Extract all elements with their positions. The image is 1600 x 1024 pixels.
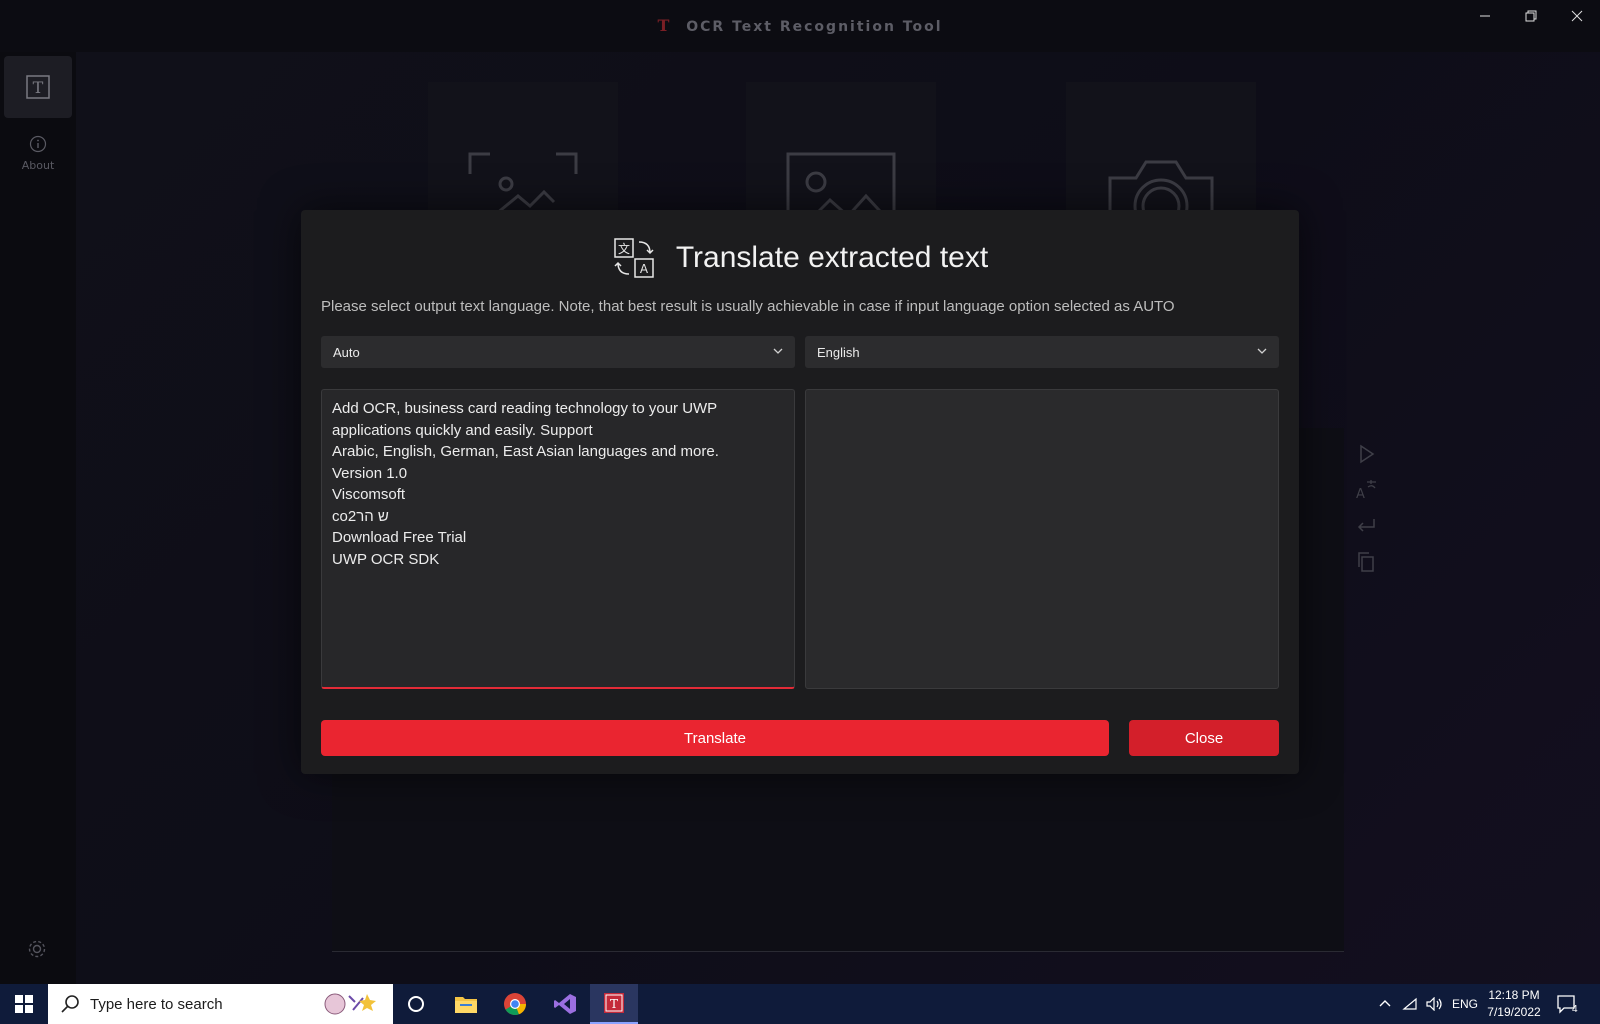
- file-explorer-icon: [454, 994, 478, 1014]
- search-icon: [60, 994, 80, 1014]
- tray-overflow-button[interactable]: [1378, 984, 1392, 1024]
- svg-text:A: A: [1356, 487, 1365, 502]
- taskbar-file-explorer[interactable]: [442, 984, 490, 1024]
- translate-icon[interactable]: A: [1354, 478, 1378, 502]
- info-icon: [29, 135, 47, 153]
- taskbar-chrome[interactable]: [491, 984, 539, 1024]
- notification-center-button[interactable]: 4: [1556, 984, 1578, 1024]
- tray-volume[interactable]: [1426, 984, 1444, 1024]
- sidebar-item-label: About: [22, 159, 55, 172]
- minimize-icon: [1479, 10, 1491, 22]
- search-highlight-icon: [319, 988, 383, 1020]
- tray-language[interactable]: ENG: [1452, 984, 1478, 1024]
- svg-text:T: T: [610, 997, 618, 1011]
- wifi-icon: [1402, 997, 1418, 1011]
- chevron-down-icon: [1255, 344, 1269, 358]
- translated-text-area[interactable]: [805, 389, 1279, 689]
- app-title: OCR Text Recognition Tool: [686, 19, 942, 35]
- settings-button[interactable]: [26, 938, 48, 960]
- chevron-down-icon: [771, 344, 785, 358]
- svg-text:文: 文: [618, 241, 630, 256]
- taskbar-search-box[interactable]: Type here to search: [48, 984, 393, 1024]
- sidebar: T About: [0, 52, 76, 984]
- chevron-up-icon: [1378, 997, 1392, 1011]
- dialog-title: Translate extracted text: [676, 241, 988, 275]
- chrome-icon: [503, 992, 527, 1016]
- close-window-button[interactable]: [1554, 0, 1600, 32]
- restore-icon: [1525, 10, 1537, 22]
- minimize-button[interactable]: [1462, 0, 1508, 32]
- app-title-wrap: T OCR Text Recognition Tool: [0, 16, 1600, 35]
- ocr-tool-icon: T: [602, 991, 626, 1015]
- play-icon[interactable]: [1354, 442, 1378, 466]
- sidebar-item-text-tool[interactable]: T: [4, 56, 72, 118]
- windows-logo-icon: [15, 995, 33, 1013]
- dialog-header: 文 A Translate extracted text: [301, 230, 1299, 286]
- copy-icon[interactable]: [1354, 550, 1378, 574]
- notification-count-badge: 4: [1572, 1004, 1578, 1015]
- taskbar-clock[interactable]: 12:18 PM 7/19/2022: [1484, 987, 1544, 1021]
- clock-time: 12:18 PM: [1484, 987, 1544, 1004]
- text-tool-icon: T: [25, 74, 51, 100]
- translate-icon: 文 A: [612, 236, 656, 280]
- cortana-icon: [407, 995, 425, 1013]
- speaker-icon: [1426, 997, 1444, 1011]
- input-language-value: Auto: [333, 345, 360, 360]
- taskbar: Type here to search T: [0, 984, 1600, 1024]
- output-language-select[interactable]: English: [805, 336, 1279, 368]
- title-bar: T OCR Text Recognition Tool: [0, 0, 1600, 52]
- clock-date: 7/19/2022: [1484, 1004, 1544, 1021]
- taskbar-cortana[interactable]: [392, 984, 440, 1024]
- output-language-value: English: [817, 345, 860, 360]
- tray-network[interactable]: [1402, 984, 1418, 1024]
- app-logo-icon: T: [657, 16, 671, 35]
- visual-studio-icon: [553, 992, 577, 1016]
- translate-dialog: 文 A Translate extracted text Please sele…: [301, 210, 1299, 774]
- search-placeholder: Type here to search: [90, 996, 223, 1013]
- taskbar-visual-studio[interactable]: [541, 984, 589, 1024]
- restore-button[interactable]: [1508, 0, 1554, 32]
- return-icon[interactable]: [1354, 514, 1378, 538]
- close-icon: [1571, 10, 1583, 22]
- sidebar-item-about[interactable]: About: [4, 128, 72, 178]
- taskbar-ocr-tool[interactable]: T: [590, 984, 638, 1024]
- translate-button[interactable]: Translate: [321, 720, 1109, 756]
- source-text-area[interactable]: Add OCR, business card reading technolog…: [321, 389, 795, 689]
- start-button[interactable]: [0, 984, 48, 1024]
- svg-text:A: A: [640, 262, 649, 276]
- input-language-select[interactable]: Auto: [321, 336, 795, 368]
- gear-icon: [26, 938, 48, 960]
- close-button[interactable]: Close: [1129, 720, 1279, 756]
- svg-text:T: T: [33, 78, 44, 97]
- dialog-description: Please select output text language. Note…: [321, 298, 1281, 315]
